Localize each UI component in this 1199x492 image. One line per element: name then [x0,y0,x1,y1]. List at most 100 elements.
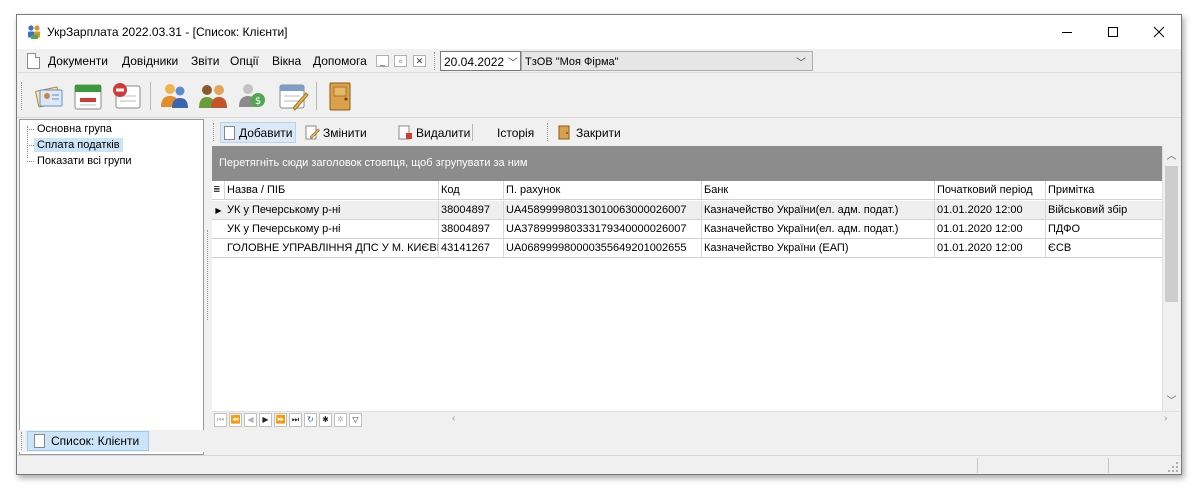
menu-options[interactable]: Опції [230,54,259,68]
goto-bookmark-icon[interactable]: ✲ [334,413,347,427]
column-header-code[interactable]: Код [439,181,504,200]
cell-note[interactable]: ПДФО [1046,220,1162,239]
menu-help[interactable]: Допомога [313,54,367,68]
menu-windows[interactable]: Вікна [272,54,301,68]
history-button[interactable]: Історія [494,122,537,143]
employees-icon[interactable] [158,80,190,112]
title-bar[interactable]: УкрЗарплата 2022.03.31 - [Список: Клієнт… [17,15,1181,49]
column-header-account[interactable]: П. рахунок [504,181,702,200]
column-header-note[interactable]: Примітка [1046,181,1162,200]
tree-item-main-group[interactable]: Основна група [34,122,115,136]
cell-code[interactable]: 38004897 [439,220,504,239]
app-window: УкрЗарплата 2022.03.31 - [Список: Клієнт… [16,14,1182,475]
last-page-icon[interactable]: ⏭ [289,413,302,427]
cell-start-period[interactable]: 01.01.2020 12:00 [935,239,1046,258]
group-hint: Перетягніть сюди заголовок стовпця, щоб … [219,157,528,169]
minimize-button[interactable] [1044,15,1090,49]
resize-grip-icon[interactable] [1167,461,1179,473]
schedule-edit-icon[interactable] [277,80,309,112]
cell-name[interactable]: ГОЛОВНЕ УПРАВЛІННЯ ДПС У М. КИЄВІ [225,239,439,258]
clients-grid: ≣ Назва / ПІБ Код П. рахунок Банк Початк… [212,181,1162,411]
scroll-left-icon[interactable]: ‹ [452,413,455,424]
table-row[interactable]: УК у Печерському р-ні 38004897 UA3789999… [212,220,1162,239]
chevron-down-icon[interactable]: ﹀ [508,54,518,69]
cell-account[interactable]: UA378999980333179340000026007 [504,220,702,239]
new-document-icon [224,125,235,140]
scroll-down-icon[interactable]: ﹀ [1163,393,1180,410]
delete-document-icon [398,125,412,140]
cell-code[interactable]: 38004897 [439,201,504,220]
group-tree: Основна група Сплата податків Показати в… [19,119,204,455]
vertical-scrollbar[interactable]: ︿ ﹀ [1162,146,1179,411]
first-page-icon[interactable]: ⏮ [214,413,227,427]
toolbar-grip[interactable] [21,432,24,450]
cell-bank[interactable]: Казначейство України (ЕАП) [702,239,935,258]
close-list-button[interactable]: Закрити [554,122,624,143]
toolbar-grip[interactable] [21,82,24,110]
user-money-icon[interactable]: $ [236,80,268,112]
scroll-thumb[interactable] [1165,166,1178,302]
cell-name[interactable]: УК у Печерському р-ні [225,220,439,239]
task-label: Список: Клієнти [51,434,140,448]
menu-bar: Документи Довідники Звіти Опції Вікна До… [17,49,1181,73]
tree-item-tax-payment[interactable]: Сплата податків [34,138,123,152]
prev-page-icon[interactable]: ⏪ [229,413,242,427]
company-select[interactable]: ТзОВ "Моя Фірма" ﹀ [521,51,813,71]
close-window-button[interactable] [1136,15,1181,49]
cell-bank[interactable]: Казначейство України(ел. адм. подат.) [702,201,935,220]
cell-name[interactable]: УК у Печерському р-ні [225,201,439,220]
mdi-minimize-button[interactable]: _ [376,55,389,67]
cell-account[interactable]: UA068999980000355649201002655 [504,239,702,258]
edit-button[interactable]: Змінити [302,122,370,143]
maximize-button[interactable] [1090,15,1136,49]
cell-start-period[interactable]: 01.01.2020 12:00 [935,220,1046,239]
prev-record-icon[interactable]: ◀ [244,413,257,427]
cell-account[interactable]: UA458999980313010063000026007 [504,201,702,220]
column-header-start-period[interactable]: Початковий період [935,181,1046,200]
tree-item-show-all[interactable]: Показати всі групи [34,154,135,168]
date-picker[interactable]: 20.04.2022 ﹀ [440,51,521,71]
cards-icon[interactable] [33,80,65,112]
chevron-down-icon[interactable]: ﹀ [796,54,806,69]
column-header-name[interactable]: Назва / ПІБ [225,181,439,200]
next-page-icon[interactable]: ⏩ [274,413,287,427]
next-record-icon[interactable]: ▶ [259,413,272,427]
cell-note[interactable]: Військовий збір [1046,201,1162,220]
task-clients-list[interactable]: Список: Клієнти [27,431,149,451]
menu-reports[interactable]: Звіти [191,54,220,68]
menu-directories[interactable]: Довідники [122,54,178,68]
column-chooser-icon[interactable]: ≣ [212,181,225,200]
mdi-close-button[interactable]: ✕ [413,55,426,67]
cell-bank[interactable]: Казначейство України(ел. адм. подат.) [702,220,935,239]
cell-code[interactable]: 43141267 [439,239,504,258]
toolbar-grip[interactable] [213,123,216,141]
grid-header: ≣ Назва / ПІБ Код П. рахунок Банк Початк… [212,181,1162,200]
exit-door-icon[interactable] [324,80,356,112]
edit-document-icon [305,125,320,140]
scroll-up-icon[interactable]: ︿ [1163,148,1180,165]
tree-connector [27,129,34,130]
menu-documents[interactable]: Документи [48,54,108,68]
tree-connector [27,145,34,146]
group-by-panel[interactable]: Перетягніть сюди заголовок стовпця, щоб … [212,146,1179,181]
toolbar-grip[interactable] [434,52,437,70]
scroll-right-icon[interactable]: › [1164,413,1167,424]
cell-start-period[interactable]: 01.01.2020 12:00 [935,201,1046,220]
column-header-bank[interactable]: Банк [702,181,935,200]
cell-note[interactable]: ЄСВ [1046,239,1162,258]
add-button[interactable]: Добавити [220,122,297,143]
bookmark-icon[interactable]: ✱ [319,413,332,427]
table-row[interactable]: ГОЛОВНЕ УПРАВЛІННЯ ДПС У М. КИЄВІ 431412… [212,239,1162,258]
current-row-indicator-icon: ▶ [215,206,222,215]
calendar-icon[interactable] [72,80,104,112]
table-row[interactable]: ▶ УК у Печерському р-ні 38004897 UA45899… [212,201,1162,220]
toolbar-grip[interactable] [547,123,550,141]
filter-icon[interactable]: ▽ [349,413,362,427]
refresh-icon[interactable]: ↻ [304,413,317,427]
delete-button[interactable]: Видалити [395,122,473,143]
calendar-cancel-icon[interactable] [110,80,142,112]
mdi-restore-button[interactable]: ▫ [394,55,407,67]
pane-splitter[interactable] [203,230,208,320]
toolbar-separator [316,82,317,110]
users-group-icon[interactable] [197,80,229,112]
